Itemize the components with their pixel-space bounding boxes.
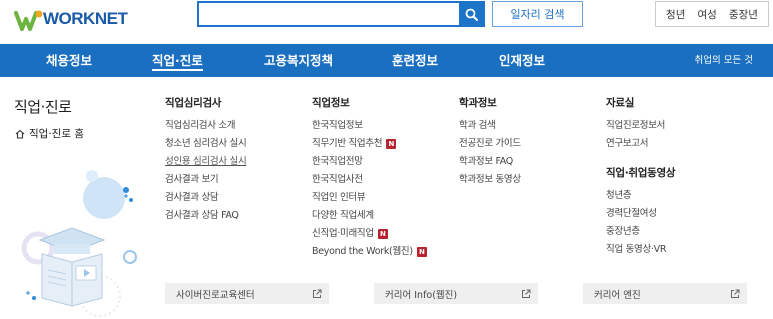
column-heading[interactable]: 직업심리검사	[165, 95, 246, 110]
external-link-icon	[312, 289, 322, 299]
section-home-link[interactable]: 직업·진로 홈	[15, 126, 84, 141]
menu-item[interactable]: 전공진로 가이드	[459, 135, 521, 153]
external-link-icon	[730, 289, 740, 299]
menu-item[interactable]: 직업인 인터뷰	[312, 189, 427, 207]
menu-column-psych-test: 직업심리검사 직업심리검사 소개 청소년 심리검사 실시 성인용 심리검사 실시…	[165, 95, 247, 225]
group-tab-women[interactable]: 여성	[697, 7, 716, 22]
menu-item[interactable]: 신직업·미래직업 N	[312, 225, 427, 243]
menu-item[interactable]: 직업심리검사 소개	[165, 117, 246, 135]
nav-item-talent[interactable]: 인재정보	[499, 44, 545, 77]
menu-item[interactable]: 성인용 심리검사 실시	[165, 153, 247, 171]
search-icon	[465, 8, 478, 21]
menu-item[interactable]: 학과정보 동영상	[459, 171, 521, 189]
home-icon	[15, 129, 25, 139]
menu-item[interactable]: 직업진로정보서	[606, 117, 675, 135]
menu-item[interactable]: 검사결과 상담	[165, 189, 246, 207]
menu-item[interactable]: Beyond the Work(웹진) N	[312, 243, 427, 261]
search-button[interactable]	[459, 3, 483, 25]
menu-column-resources: 자료실 직업진로정보서 연구보고서 직업·취업동영상 청년층 경력단절여성 중장…	[606, 95, 676, 259]
new-badge: N	[377, 229, 388, 239]
menu-item[interactable]: 다양한 직업세계	[312, 207, 427, 225]
menu-column-major-info: 학과정보 학과 검색 전공진로 가이드 학과정보 FAQ 학과정보 동영상	[459, 95, 521, 189]
search-box	[197, 1, 485, 27]
site-header: WORKNET 일자리 검색 청년 여성 중장년	[0, 0, 773, 44]
menu-item[interactable]: 직무기반 직업추천 N	[312, 135, 427, 153]
section-home-label: 직업·진로 홈	[29, 128, 84, 140]
section-title: 직업·진로	[14, 98, 72, 116]
link-label: 커리어 엔진	[594, 289, 641, 301]
logo-text: WORKNET	[43, 9, 128, 28]
menu-item[interactable]: 연구보고서	[606, 135, 675, 153]
job-search-button[interactable]: 일자리 검색	[492, 1, 583, 27]
column-subheading[interactable]: 직업·취업동영상	[606, 165, 676, 180]
group-tab-youth[interactable]: 청년	[666, 7, 685, 22]
menu-item[interactable]: 검사결과 보기	[165, 171, 246, 189]
nav-item-jobs[interactable]: 채용정보	[46, 44, 92, 77]
link-label: 커리어 Info(웹진)	[385, 289, 458, 301]
group-tab-middle-aged[interactable]: 중장년	[729, 7, 758, 22]
menu-item[interactable]: 한국직업사전	[312, 171, 427, 189]
cyber-career-center-link[interactable]: 사이버진로교육센터	[165, 283, 329, 304]
career-engine-link[interactable]: 커리어 엔진	[583, 283, 747, 304]
column-heading[interactable]: 직업정보	[312, 95, 427, 110]
menu-item[interactable]: 학과 검색	[459, 117, 521, 135]
nav-item-career[interactable]: 직업·진로	[152, 44, 203, 77]
nav-item-welfare-policy[interactable]: 고용복지정책	[264, 44, 333, 77]
column-heading[interactable]: 자료실	[606, 95, 675, 110]
column-heading[interactable]: 학과정보	[459, 95, 521, 110]
nav-item-training[interactable]: 훈련정보	[392, 44, 438, 77]
menu-item[interactable]: 한국직업전망	[312, 153, 427, 171]
link-label: 사이버진로교육센터	[176, 289, 255, 301]
nav-all-link[interactable]: 취업의 모든 것	[695, 44, 753, 77]
career-illustration	[21, 170, 137, 317]
menu-item[interactable]: 중장년층	[606, 223, 675, 241]
new-badge: N	[416, 247, 427, 257]
menu-item[interactable]: 청년층	[606, 187, 675, 205]
career-info-webzine-link[interactable]: 커리어 Info(웹진)	[374, 283, 538, 304]
target-group-tabs: 청년 여성 중장년	[655, 1, 769, 27]
worknet-logo-mark	[14, 10, 43, 31]
menu-item[interactable]: 청소년 심리검사 실시	[165, 135, 247, 153]
menu-column-job-info: 직업정보 한국직업정보 직무기반 직업추천 N 한국직업전망 한국직업사전 직업인…	[312, 95, 427, 261]
menu-item[interactable]: 학과정보 FAQ	[459, 153, 521, 171]
menu-item[interactable]: 직업 동영상·VR	[606, 241, 675, 259]
external-link-icon	[521, 289, 531, 299]
worknet-logo[interactable]: WORKNET	[14, 5, 128, 33]
menu-item[interactable]: 경력단절여성	[606, 205, 675, 223]
new-badge: N	[386, 139, 397, 149]
search-input[interactable]	[199, 3, 461, 25]
main-nav: 채용정보 직업·진로 고용복지정책 훈련정보 인재정보 취업의 모든 것	[0, 44, 773, 77]
menu-item[interactable]: 검사결과 상담 FAQ	[165, 207, 246, 225]
menu-item[interactable]: 한국직업정보	[312, 117, 427, 135]
